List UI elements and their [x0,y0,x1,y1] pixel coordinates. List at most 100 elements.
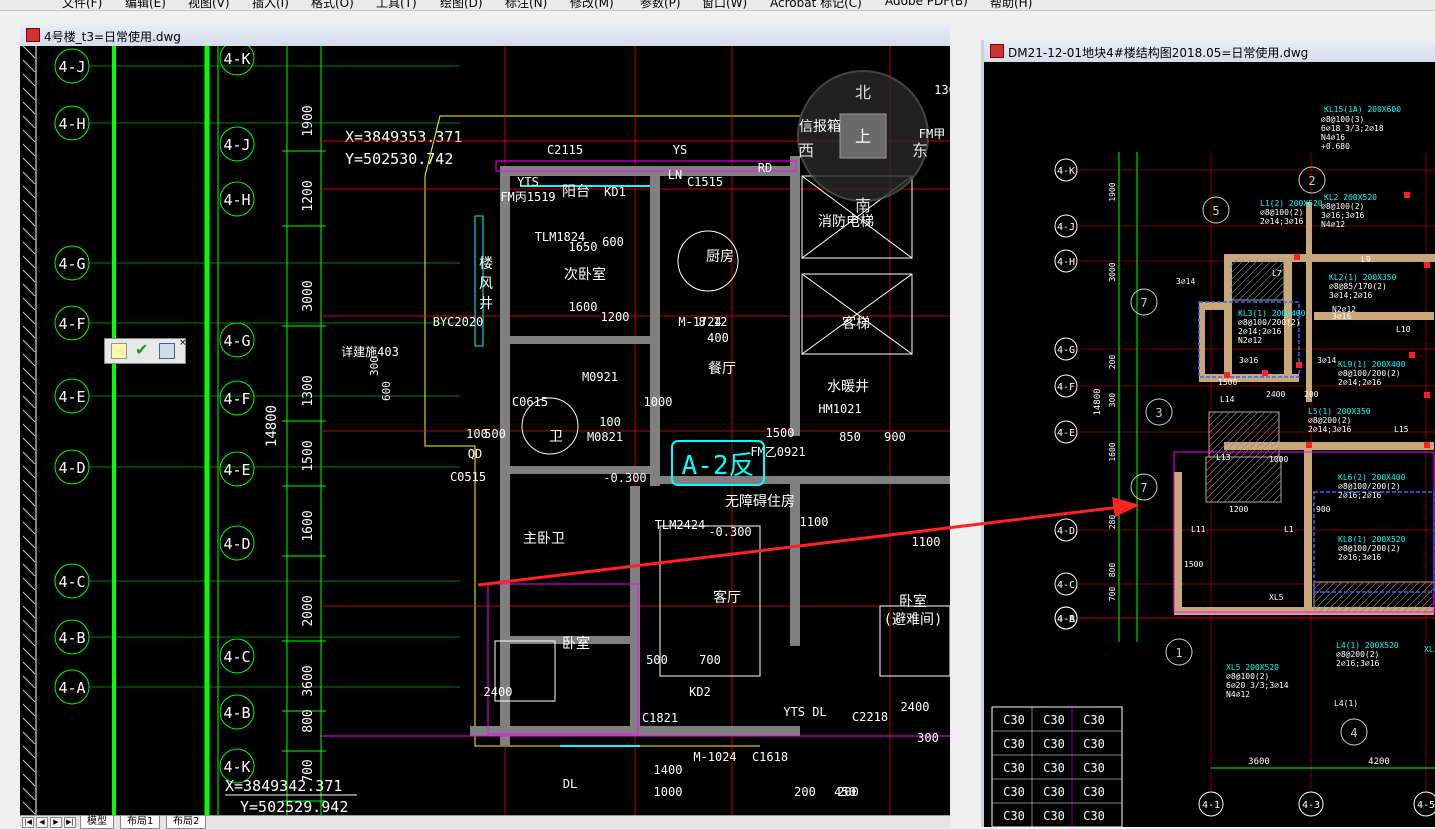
menu-item[interactable]: 格式(O) [311,0,354,10]
beam-note: 3⌀16 [1239,356,1258,365]
menu-item[interactable]: 工具(T) [376,0,417,10]
coordinate-x: X=3849342.371 [225,777,342,795]
hatch-line [22,619,36,633]
hatch-line [22,647,36,661]
note-icon[interactable] [111,343,127,359]
tab-model[interactable]: 模型 [80,816,114,829]
beam-note: XL1 200X520 [1424,645,1435,654]
hatch-line [22,143,36,157]
beam-note: ⌀8@100(2) [1321,202,1364,211]
menu-item[interactable]: 标注(N) [505,0,547,10]
hatch-line [1244,465,1282,503]
beam-note: 1500 [1218,378,1237,387]
column [1262,370,1268,376]
hatch-line [1258,479,1282,503]
hatch-line [22,493,36,507]
unit-label: A-2反 [682,451,755,481]
tab-layout2[interactable]: 布局2 [166,816,207,829]
layout-tab-bar: |◀ ◀ ▶ ▶| 模型 布局1 布局2 [20,815,950,829]
plan-label: 2400 [484,685,513,699]
layer-icon[interactable] [159,343,175,359]
concrete-grade: C30 [1003,713,1025,727]
plan-label: 详建施403 [341,344,399,359]
menu-item[interactable]: 参数(P) [640,0,681,10]
room-label: 水暖井 [827,379,869,395]
dimension-label: 1600 [301,510,316,541]
plan-label: RD [758,161,772,175]
plan-label: M0821 [587,430,623,444]
check-icon[interactable]: ✔ [135,340,148,359]
floating-toolbar[interactable]: ✔ × [104,338,187,364]
right-window-titlebar[interactable]: DM21-12-01地块4#楼结构图2018.05=日常使用.dwg [984,40,1435,63]
hatch-line [22,759,36,773]
wall [1199,374,1299,382]
hatch-line [1226,411,1273,458]
room-label: 消防电梯 [818,214,874,230]
compass-east: 东 [912,141,928,160]
hatch-line [22,255,36,269]
dimension-label: 280 [1108,515,1117,530]
beam-note: ⌀8@85/170(2) [1329,282,1387,291]
hatch-line [22,661,36,675]
hatch-line [22,591,36,605]
beam-note: ⌀8@200(2) [1308,416,1351,425]
dimension-label: 1300 [301,375,316,406]
tab-last-icon[interactable]: ▶| [64,817,76,828]
beam-note: L4(1) 200X520 [1336,641,1399,650]
plan-label: FM乙0921 [750,445,805,459]
menu-item[interactable]: 窗口(W) [702,0,747,10]
beam-note: 2⌀16;3⌀16 [1336,659,1380,668]
left-window-titlebar[interactable]: 4号楼_t3=日常使用.dwg [20,24,950,47]
plan-label: C2115 [547,143,583,157]
hatch-line [1208,411,1238,441]
menu-item[interactable]: 修改(M) [570,0,614,10]
beam-note: KL3(1) 200X400 [1238,309,1306,318]
plan-label: YS [673,143,687,157]
plan-label: 1400 [654,763,683,777]
axis-label: 4-G [223,332,250,350]
tab-first-icon[interactable]: |◀ [22,817,34,828]
tab-prev-icon[interactable]: ◀ [36,817,48,828]
plan-label: YTS [517,175,539,189]
right-drawing-window[interactable]: DM21-12-01地块4#楼结构图2018.05=日常使用.dwg 4-K 4-… [981,40,1435,827]
menu-item[interactable]: 绘图(D) [440,0,483,10]
room-label: 卧室 [899,593,927,610]
left-drawing-window[interactable]: 4号楼_t3=日常使用.dwg 4-J 4-H 4-G 4-F 4-E 4-D 4-C 4-B… [20,24,950,827]
dimension-label: 1200 [301,180,316,211]
axis-label: 4-A [58,679,85,697]
plan-label: LN [668,168,682,182]
axis-label: 4-C [1057,580,1075,591]
tab-layout1[interactable]: 布局1 [120,816,161,829]
hatch-line [22,46,36,59]
hatch-line [1229,259,1259,289]
beam-note: KL8(1) 200X520 [1338,535,1406,544]
wall [650,166,660,486]
room-label: 餐厅 [708,361,736,377]
tab-next-icon[interactable]: ▶ [50,817,62,828]
plan-label: 1100 [800,515,829,529]
beam-note: 2⌀16;3⌀16 [1338,553,1382,562]
concrete-grade: C30 [1003,761,1025,775]
column [1306,442,1312,448]
hatch-line [22,297,36,311]
axis-label: 4-J [58,58,85,76]
menu-item[interactable]: Adobe PDF(B) [885,0,968,8]
axis-label: 4-E [58,388,85,406]
hatch-line [22,423,36,437]
beam-note: L4(1) [1334,699,1358,708]
beam-note: 200 [1304,390,1319,399]
column [1424,442,1430,448]
hatch-line [22,59,36,73]
menu-item[interactable]: 文件(F) [62,0,102,10]
close-icon[interactable]: × [179,338,187,348]
hatch-line [22,185,36,199]
menu-item[interactable]: 帮助(H) [990,0,1032,10]
menu-item[interactable]: 编辑(E) [125,0,166,10]
beam-note: ⌀8@100/200(2) [1338,544,1401,553]
right-drawing-canvas[interactable]: 4-K4-J4-H4-G4-F4-E4-D4-C4-B4-A1480019003… [984,62,1435,827]
menu-item[interactable]: 插入(I) [252,0,289,10]
concrete-grade: C30 [1043,809,1065,823]
left-drawing-canvas[interactable]: 4-J 4-H 4-G 4-F 4-E 4-D 4-C 4-B 4-A 4-K 4-J 4-H 4-G 4… [20,46,950,827]
menu-item[interactable]: Acrobat 标记(C) [770,0,862,10]
menu-item[interactable]: 视图(V) [188,0,230,10]
